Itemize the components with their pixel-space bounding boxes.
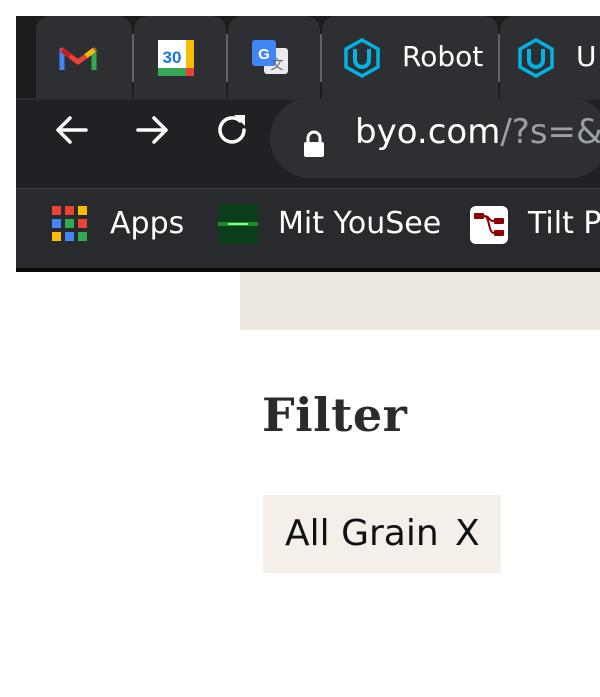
node-red-icon[interactable]: [470, 206, 508, 244]
translate-wen-glyph: 文: [270, 58, 283, 73]
tab-udacity-robot[interactable]: Robot: [322, 16, 498, 98]
gmail-icon: [59, 47, 97, 70]
bookmark-tilt-pi[interactable]: Tilt Pi: [528, 206, 600, 241]
filter-heading: Filter: [262, 388, 408, 442]
apps-grid-icon[interactable]: [52, 206, 88, 242]
tab-udacity[interactable]: U: [500, 16, 600, 98]
filter-chip-all-grain[interactable]: All Grain X: [263, 495, 501, 573]
tab-google-calendar[interactable]: 30: [134, 16, 226, 98]
url-path: /?s=&: [500, 112, 600, 152]
udacity-icon: [518, 38, 554, 78]
mit-yousee-icon[interactable]: [218, 204, 258, 244]
remove-filter-button[interactable]: X: [455, 513, 480, 554]
reload-icon[interactable]: [212, 110, 252, 150]
forward-arrow-icon[interactable]: [132, 110, 172, 150]
bookmark-mit-yousee[interactable]: Mit YouSee: [278, 206, 441, 241]
udacity-icon: [344, 38, 380, 78]
page-header-band: [240, 272, 600, 330]
google-translate-icon: G 文: [252, 40, 288, 74]
google-calendar-icon: 30: [158, 40, 194, 76]
tab-title: U: [576, 40, 597, 73]
tab-gmail[interactable]: [36, 16, 132, 98]
back-arrow-icon[interactable]: [52, 110, 92, 150]
lock-icon[interactable]: [302, 130, 326, 158]
tab-google-translate[interactable]: G 文: [228, 16, 320, 98]
bookmark-apps[interactable]: Apps: [110, 206, 184, 241]
calendar-day-number: 30: [163, 48, 182, 67]
tab-title: Robot: [402, 40, 484, 73]
filter-chip-label: All Grain: [285, 513, 439, 554]
translate-g-glyph: G: [258, 46, 270, 63]
tab-strip: 30 G 文 Robot U: [16, 16, 600, 98]
address-url[interactable]: byo.com/?s=&: [355, 112, 600, 152]
url-host: byo.com: [355, 112, 501, 152]
